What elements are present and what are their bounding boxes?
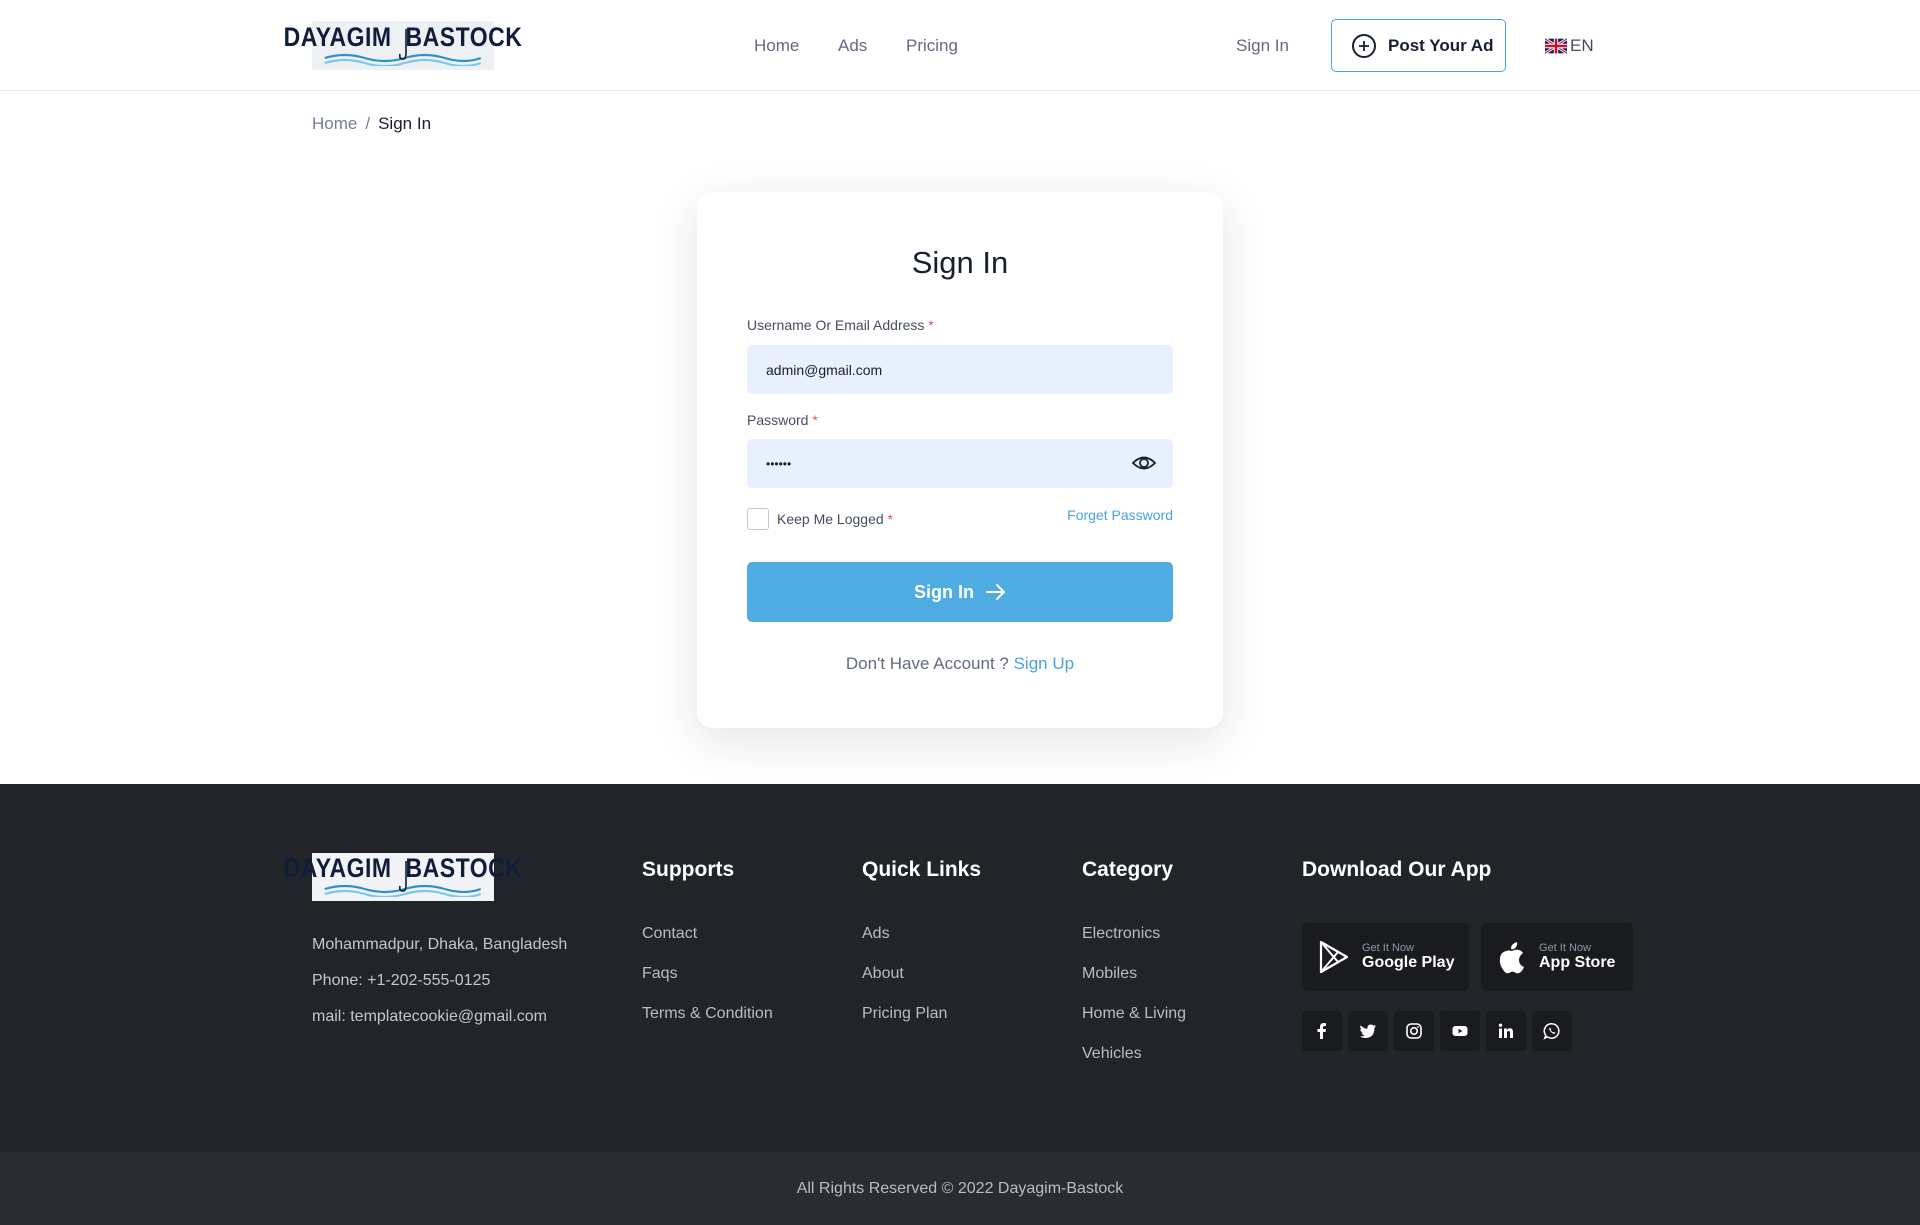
username-value: admin@gmail.com [766, 361, 883, 378]
sign-in-submit-button[interactable]: Sign In [747, 562, 1173, 622]
nav-home[interactable]: Home [754, 36, 799, 56]
sign-in-submit-label: Sign In [914, 581, 974, 602]
post-your-ad-button[interactable]: Post Your Ad [1331, 19, 1506, 72]
footer-link-contact[interactable]: Contact [642, 925, 697, 943]
sign-up-link[interactable]: Sign Up [1014, 654, 1074, 673]
site-logo[interactable]: DAYAGIM BASTOCK [284, 21, 522, 70]
username-label: Username Or Email Address * [747, 317, 934, 333]
breadcrumb: Home / Sign In [312, 114, 431, 134]
footer-link-electronics[interactable]: Electronics [1082, 925, 1160, 943]
logo-text-left: DAYAGIM [283, 21, 392, 52]
username-label-text: Username Or Email Address [747, 317, 925, 333]
supports-title: Supports [642, 858, 735, 881]
quick-links-title: Quick Links [862, 858, 982, 881]
required-marker: * [812, 412, 818, 428]
logo-text-right: BASTOCK [405, 21, 523, 52]
footer-phone: Phone: +1-202-555-0125 [312, 972, 491, 989]
apple-icon [1499, 942, 1524, 974]
footer-logo-text-left: DAYAGIM [283, 852, 392, 883]
twitter-icon[interactable] [1348, 1011, 1388, 1051]
language-label: EN [1570, 36, 1594, 55]
breadcrumb-separator: / [365, 114, 371, 133]
post-your-ad-label: Post Your Ad [1388, 35, 1494, 55]
app-store-big: App Store [1539, 954, 1616, 971]
footer-logo[interactable]: DAYAGIM BASTOCK [284, 853, 522, 901]
footer-link-terms[interactable]: Terms & Condition [642, 1005, 773, 1023]
header-sign-in-link[interactable]: Sign In [1236, 36, 1289, 56]
keep-logged-label-text: Keep Me Logged [777, 511, 884, 527]
site-footer: DAYAGIM BASTOCK Mohammadpur, Dhaka, Bang… [0, 784, 1920, 1152]
fish-hook-icon [399, 861, 408, 892]
keep-logged-checkbox[interactable] [747, 508, 769, 530]
uk-flag-icon [1545, 38, 1567, 54]
category-title: Category [1082, 858, 1174, 881]
google-play-text: Get It Now Google Play [1362, 942, 1454, 972]
download-app-title: Download Our App [1302, 858, 1492, 881]
site-header: DAYAGIM BASTOCK Home Ads Pricing Sign In… [0, 0, 1920, 91]
username-input[interactable]: admin@gmail.com [747, 345, 1173, 394]
plus-circle-icon [1352, 33, 1376, 58]
password-label-text: Password [747, 412, 809, 428]
whatsapp-icon[interactable] [1532, 1011, 1572, 1051]
forget-password-link[interactable]: Forget Password [1067, 507, 1173, 523]
password-value: •••••• [766, 456, 792, 471]
footer-link-home-living[interactable]: Home & Living [1082, 1005, 1186, 1023]
linkedin-icon[interactable] [1486, 1011, 1526, 1051]
app-store-text: Get It Now App Store [1539, 942, 1615, 972]
copyright-bar: All Rights Reserved © 2022 Dayagim-Basto… [0, 1152, 1920, 1225]
app-store-button[interactable]: Get It Now App Store [1481, 923, 1633, 991]
keep-logged-row: Keep Me Logged * [747, 508, 893, 530]
keep-logged-label: Keep Me Logged * [777, 511, 893, 527]
footer-link-vehicles[interactable]: Vehicles [1082, 1045, 1142, 1063]
google-play-big: Google Play [1362, 954, 1455, 971]
required-marker: * [887, 511, 893, 527]
google-play-button[interactable]: Get It Now Google Play [1302, 923, 1469, 991]
google-play-icon [1319, 940, 1349, 974]
footer-mail: mail: templatecookie@gmail.com [312, 1008, 547, 1025]
arrow-right-icon [986, 584, 1005, 600]
footer-address: Mohammadpur, Dhaka, Bangladesh [312, 936, 568, 953]
footer-link-mobiles[interactable]: Mobiles [1082, 965, 1137, 983]
no-account-text: Don't Have Account ? [845, 654, 1009, 673]
instagram-icon[interactable] [1394, 1011, 1434, 1051]
app-store-small: Get It Now [1539, 942, 1591, 954]
required-marker: * [928, 317, 934, 333]
sign-in-card: Sign In Username Or Email Address * admi… [697, 192, 1223, 728]
footer-logo-text-right: BASTOCK [405, 852, 523, 883]
password-label: Password * [747, 412, 818, 428]
footer-link-about[interactable]: About [862, 965, 904, 983]
sign-in-title: Sign In [911, 245, 1009, 280]
copyright-text: All Rights Reserved © 2022 Dayagim-Basto… [796, 1179, 1124, 1197]
show-password-eye-icon[interactable] [1131, 452, 1157, 474]
language-selector[interactable]: EN [1545, 36, 1594, 56]
google-play-small: Get It Now [1362, 942, 1414, 954]
nav-pricing[interactable]: Pricing [906, 36, 958, 56]
no-account-row: Don't Have Account ? Sign Up [697, 654, 1223, 674]
footer-link-faqs[interactable]: Faqs [642, 965, 678, 983]
nav-ads[interactable]: Ads [838, 36, 867, 56]
footer-link-ads[interactable]: Ads [862, 925, 890, 943]
password-input[interactable]: •••••• [747, 439, 1173, 488]
breadcrumb-home[interactable]: Home [312, 114, 357, 134]
youtube-icon[interactable] [1440, 1011, 1480, 1051]
facebook-icon[interactable] [1302, 1011, 1342, 1051]
footer-link-pricing-plan[interactable]: Pricing Plan [862, 1005, 947, 1023]
fish-hook-icon [399, 29, 408, 60]
breadcrumb-current: Sign In [378, 114, 432, 133]
